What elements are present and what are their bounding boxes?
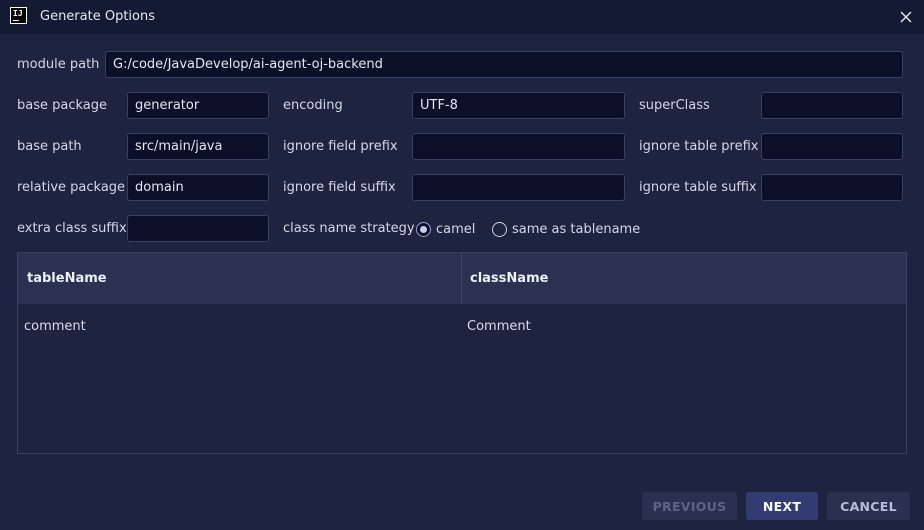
camel-radio[interactable]: [416, 222, 431, 237]
same-as-tablename-radio[interactable]: [492, 222, 507, 237]
same-as-tablename-radio-label[interactable]: same as tablename: [512, 222, 640, 237]
base-package-input[interactable]: generator: [127, 92, 269, 119]
intellij-app-icon: IJ: [10, 7, 27, 24]
cancel-button[interactable]: CANCEL: [827, 492, 910, 520]
relative-package-label: relative package: [17, 180, 126, 195]
next-button[interactable]: NEXT: [746, 492, 818, 520]
close-icon: [900, 11, 912, 23]
extra-class-suffix-label: extra class suffix: [17, 221, 127, 236]
base-package-label: base package: [17, 98, 108, 113]
superclass-label: superClass: [639, 98, 710, 113]
ignore-table-suffix-label: ignore table suffix: [639, 180, 757, 195]
ignore-field-suffix-label: ignore field suffix: [283, 180, 396, 195]
cell-tablename[interactable]: comment: [24, 319, 86, 334]
column-divider[interactable]: [461, 253, 462, 304]
base-path-input[interactable]: src/main/java: [127, 133, 269, 160]
ignore-table-prefix-input[interactable]: [761, 133, 903, 160]
relative-package-input[interactable]: domain: [127, 174, 269, 201]
base-path-label: base path: [17, 139, 82, 154]
cell-classname[interactable]: Comment: [467, 319, 531, 334]
column-header-tablename[interactable]: tableName: [27, 253, 107, 304]
superclass-input[interactable]: [761, 92, 903, 119]
camel-radio-label[interactable]: camel: [436, 222, 475, 237]
extra-class-suffix-input[interactable]: [127, 215, 269, 242]
ignore-table-suffix-input[interactable]: [761, 174, 903, 201]
module-path-label: module path: [17, 57, 100, 72]
ignore-table-prefix-label: ignore table prefix: [639, 139, 759, 154]
class-name-strategy-label: class name strategy: [283, 221, 415, 236]
ignore-field-prefix-label: ignore field prefix: [283, 139, 398, 154]
close-button[interactable]: [894, 5, 918, 29]
previous-button[interactable]: PREVIOUS: [642, 492, 737, 520]
module-path-input[interactable]: G:/code/JavaDevelop/ai-agent-oj-backend: [105, 51, 903, 78]
ignore-field-prefix-input[interactable]: [412, 133, 625, 160]
title-bar: IJ Generate Options: [0, 0, 924, 34]
encoding-label: encoding: [283, 98, 343, 113]
encoding-input[interactable]: UTF-8: [412, 92, 625, 119]
window-title: Generate Options: [40, 9, 156, 24]
table-header: tableName className: [18, 253, 906, 304]
table-mapping-grid: tableName className comment Comment: [17, 252, 907, 454]
column-header-classname[interactable]: className: [470, 253, 548, 304]
ignore-field-suffix-input[interactable]: [412, 174, 625, 201]
